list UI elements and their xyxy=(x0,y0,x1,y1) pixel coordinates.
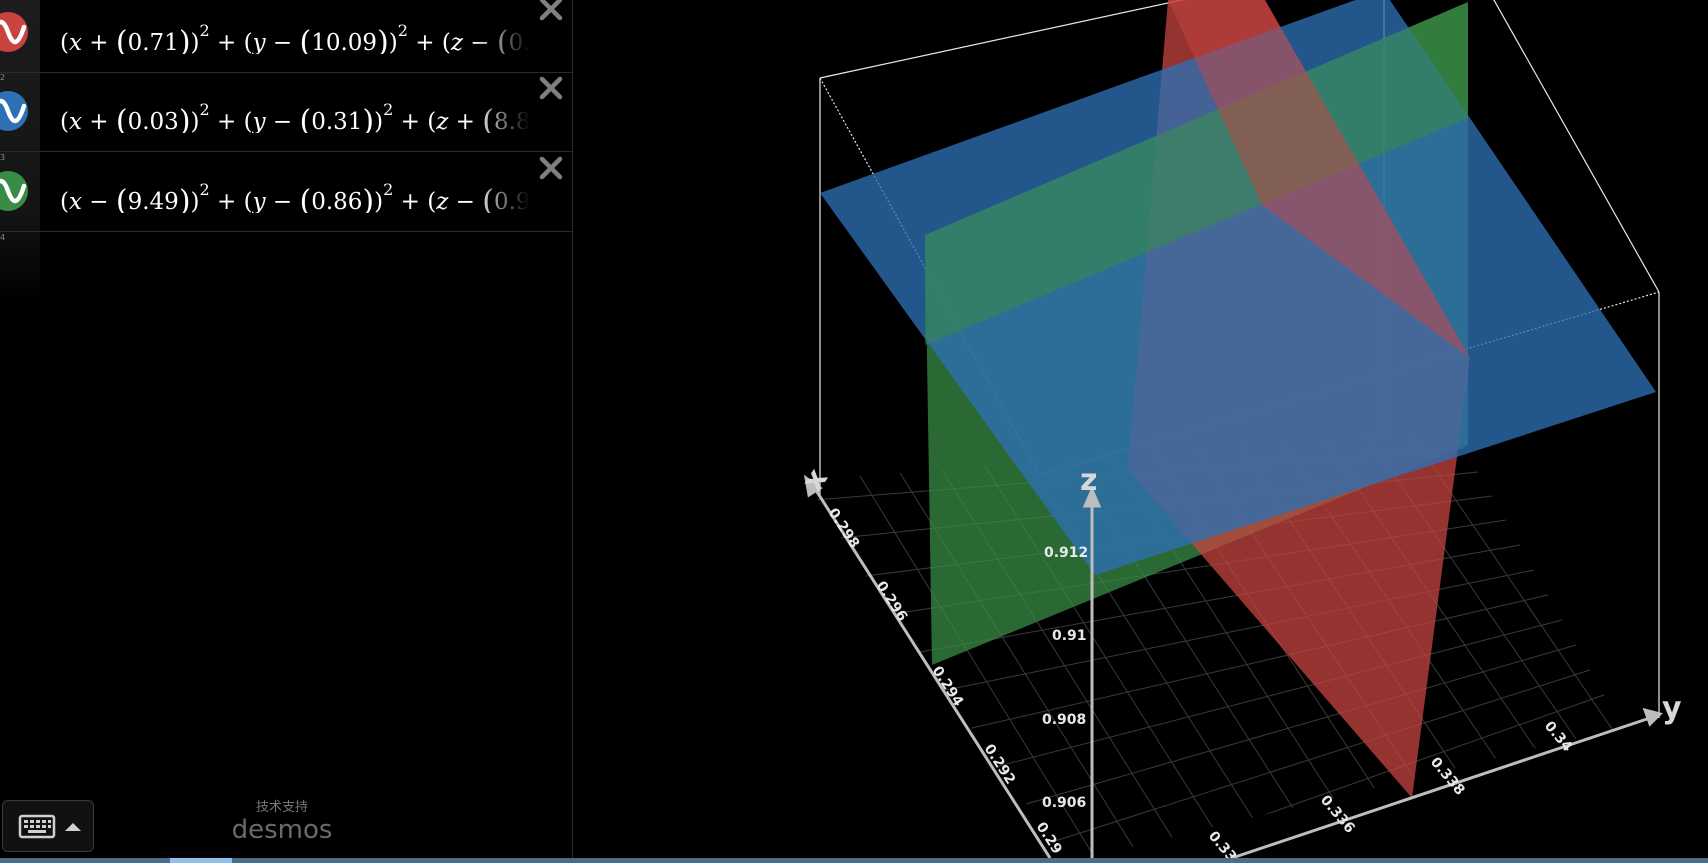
expression-panel: 1 (x + (0.71))2 + (y − (10.09))2 + (z − … xyxy=(0,0,573,858)
function-wave-icon[interactable] xyxy=(0,6,34,58)
expression-latex[interactable]: (x + (0.71))2 + (y − (10.09))2 + (z − (0… xyxy=(60,8,530,54)
z-tick-label: 0.906 xyxy=(1042,795,1086,811)
z-axis-label: z xyxy=(1080,463,1097,498)
graph-3d-canvas[interactable]: z x y 0.912 0.91 0.908 0.906 0.298 0.296… xyxy=(574,0,1708,858)
triangle-up-icon xyxy=(65,823,81,831)
function-wave-icon[interactable] xyxy=(0,85,34,137)
desmos-logo: desmos xyxy=(231,815,333,845)
keyboard-icon xyxy=(18,814,81,839)
expression-index: 3 xyxy=(0,153,6,162)
expression-row-2[interactable]: 2 (x + (0.03))2 + (y − (0.31))2 + (z + (… xyxy=(0,73,573,152)
expression-index: 2 xyxy=(0,73,6,82)
bottom-taskbar-strip xyxy=(0,858,1708,863)
taskbar-active-indicator xyxy=(170,858,232,863)
close-icon[interactable] xyxy=(536,153,566,183)
powered-by-label: 技术支持 xyxy=(255,800,308,815)
graph-3d-svg[interactable]: z x y 0.912 0.91 0.908 0.906 0.298 0.296… xyxy=(574,0,1708,858)
z-tick-label: 0.91 xyxy=(1052,628,1087,644)
keypad-toggle-button[interactable] xyxy=(2,800,94,852)
x-tick-label: 0.298 xyxy=(825,505,863,551)
y-tick-label: 0.336 xyxy=(1317,792,1358,836)
x-tick-label: 0.296 xyxy=(873,578,911,624)
z-tick-label: 0.912 xyxy=(1044,545,1088,561)
close-icon[interactable] xyxy=(536,0,566,24)
x-axis-label: x xyxy=(795,462,835,497)
expression-row-4-empty[interactable]: 4 xyxy=(0,233,573,293)
powered-by-desmos[interactable]: 技术支持 desmos xyxy=(220,800,344,844)
expression-latex[interactable]: (x − (9.49))2 + (y − (0.86))2 + (z − (0.… xyxy=(60,167,530,213)
expression-latex[interactable]: (x + (0.03))2 + (y − (0.31))2 + (z + (8.… xyxy=(60,87,530,133)
y-tick-label: 0.33 xyxy=(1205,828,1239,858)
y-axis-label: y xyxy=(1662,691,1682,726)
expression-row-1[interactable]: 1 (x + (0.71))2 + (y − (10.09))2 + (z − … xyxy=(0,0,573,73)
z-tick-label: 0.908 xyxy=(1042,712,1086,728)
close-icon[interactable] xyxy=(536,73,566,103)
expression-index: 4 xyxy=(0,233,6,242)
function-wave-icon[interactable] xyxy=(0,165,34,217)
desmos-3d-calculator: 1 (x + (0.71))2 + (y − (10.09))2 + (z − … xyxy=(0,0,1708,863)
expression-row-3[interactable]: 3 (x − (9.49))2 + (y − (0.86))2 + (z − (… xyxy=(0,153,573,232)
